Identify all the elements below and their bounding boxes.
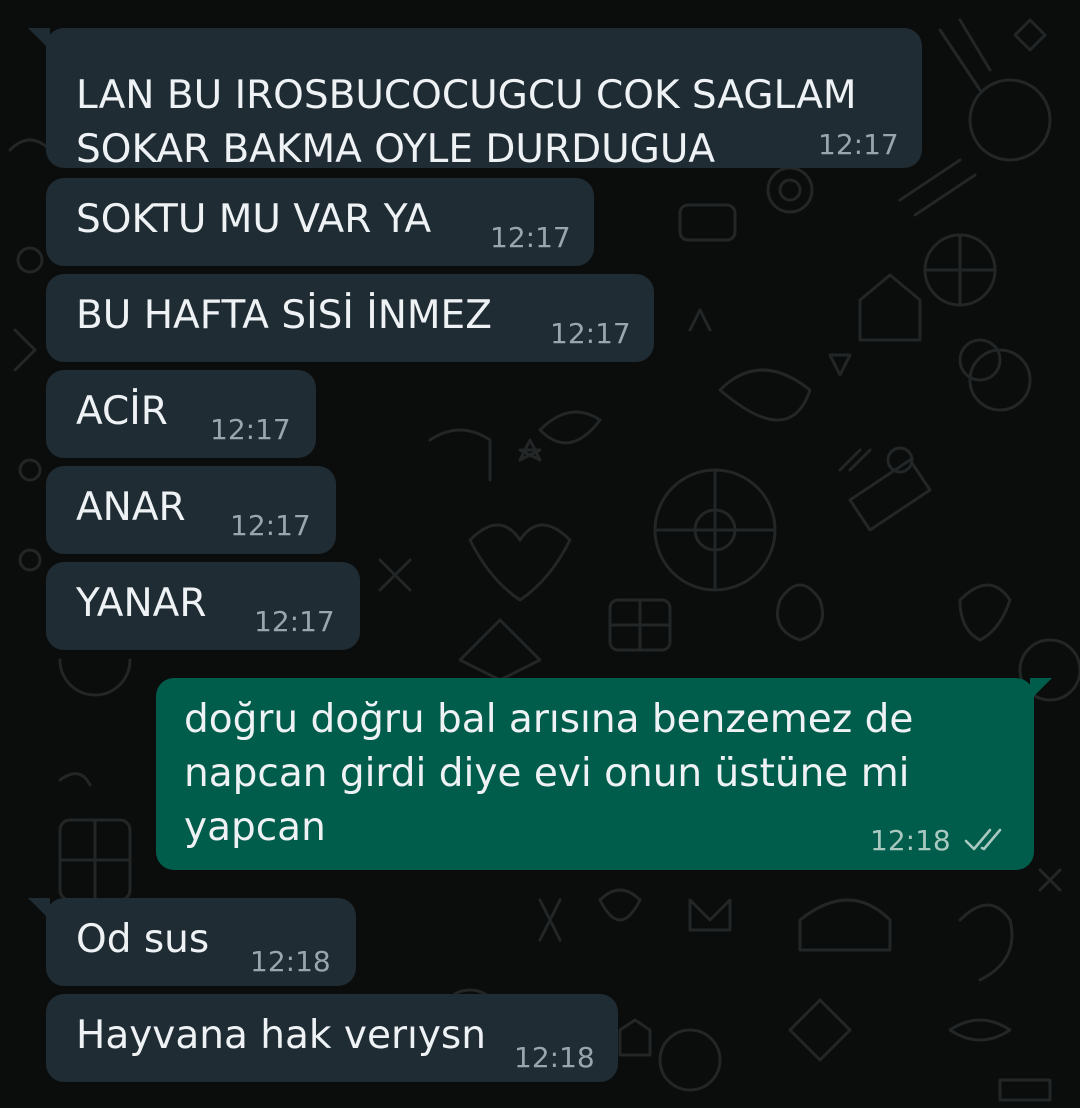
double-check-icon: [964, 828, 1002, 851]
message-text-line: LAN BU IROSBUCOCUGCU COK SAGLAM: [76, 73, 857, 118]
message-timestamp: 12:17: [818, 128, 899, 161]
message-incoming[interactable]: YANAR 12:17: [46, 562, 360, 650]
bubble-tail: [1030, 678, 1052, 700]
message-timestamp: 12:17: [210, 413, 291, 446]
message-timestamp: 12:17: [490, 221, 571, 254]
message-timestamp: 12:18: [870, 824, 951, 857]
message-text: Od sus: [76, 917, 210, 962]
message-incoming[interactable]: Hayvana hak verıysn 12:18: [46, 994, 618, 1082]
message-incoming[interactable]: BU HAFTA SİSİ İNMEZ 12:17: [46, 274, 654, 362]
message-incoming[interactable]: ACİR 12:17: [46, 370, 316, 458]
message-list[interactable]: LAN BU IROSBUCOCUGCU COK SAGLAM SOKAR BA…: [0, 0, 1080, 1108]
message-incoming[interactable]: SOKTU MU VAR YA 12:17: [46, 178, 594, 266]
message-timestamp: 12:17: [254, 605, 335, 638]
message-incoming[interactable]: ANAR 12:17: [46, 466, 336, 554]
message-outgoing[interactable]: doğru doğru bal arısına benzemez de napc…: [156, 678, 1052, 870]
message-timestamp: 12:18: [514, 1041, 595, 1074]
message-text: SOKTU MU VAR YA: [76, 197, 432, 242]
message-incoming[interactable]: Od sus 12:18: [28, 898, 356, 986]
message-incoming[interactable]: LAN BU IROSBUCOCUGCU COK SAGLAM SOKAR BA…: [28, 28, 922, 172]
message-timestamp: 12:17: [550, 317, 631, 350]
message-text: ACİR: [76, 389, 168, 434]
message-text-line: yapcan: [184, 805, 326, 850]
bubble-tail: [28, 898, 50, 920]
message-text: YANAR: [76, 581, 207, 626]
message-text: Hayvana hak verıysn: [76, 1013, 486, 1058]
bubble-tail: [28, 28, 50, 50]
message-timestamp: 12:18: [250, 945, 331, 978]
message-text-line: doğru doğru bal arısına benzemez de: [184, 697, 914, 742]
message-timestamp: 12:17: [230, 509, 311, 542]
message-text-line: napcan girdi diye evi onun üstüne mi: [184, 751, 910, 796]
message-text: ANAR: [76, 485, 186, 530]
message-text: BU HAFTA SİSİ İNMEZ: [76, 293, 492, 338]
message-text-line: SOKAR BAKMA OYLE DURDUGUA: [76, 127, 716, 172]
